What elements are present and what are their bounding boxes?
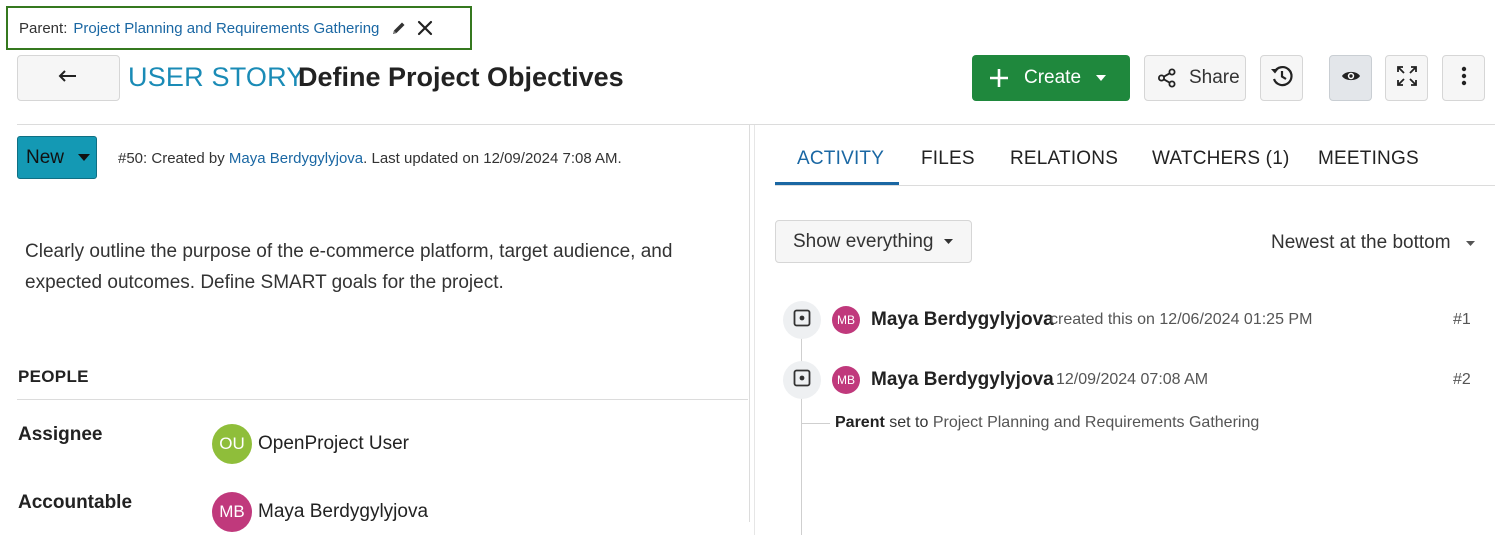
tab-activity[interactable]: ACTIVITY [797, 148, 884, 170]
activity-change: Parent set to Project Planning and Requi… [835, 414, 1259, 432]
tab-files[interactable]: FILES [921, 148, 975, 170]
parent-link[interactable]: Project Planning and Requirements Gather… [73, 20, 379, 37]
history-icon [1269, 63, 1295, 94]
tab-meetings[interactable]: MEETINGS [1318, 148, 1419, 170]
share-button[interactable]: Share [1144, 55, 1246, 101]
assignee-label: Assignee [18, 424, 103, 445]
parent-label: Parent: [19, 19, 68, 37]
watch-button[interactable] [1329, 55, 1372, 101]
avatar[interactable]: MB [832, 366, 860, 394]
sort-label: Newest at the bottom [1271, 232, 1451, 253]
assignee-value[interactable]: OU OpenProject User [212, 424, 409, 464]
status-label: New [26, 146, 65, 168]
close-icon[interactable] [417, 20, 433, 36]
expand-icon [1396, 65, 1418, 92]
create-label: Create [1024, 67, 1082, 88]
status-button[interactable]: New [17, 136, 97, 179]
eye-icon [1341, 69, 1361, 88]
page-title[interactable]: Define Project Objectives [298, 62, 624, 93]
change-field: Parent [835, 414, 885, 431]
accountable-name: Maya Berdygylyjova [258, 501, 429, 522]
tab-watchers[interactable]: WATCHERS (1) [1152, 148, 1290, 170]
fullscreen-button[interactable] [1385, 55, 1428, 101]
caret-down-icon [77, 153, 91, 162]
accountable-label: Accountable [18, 492, 133, 513]
meta-prefix: #50: Created by [118, 150, 229, 167]
avatar: OU [212, 424, 252, 464]
work-package-meta: #50: Created by Maya Berdygylyjova. Last… [118, 150, 622, 167]
assignee-name: OpenProject User [258, 433, 410, 454]
arrow-left-icon [58, 69, 80, 88]
activity-entry-icon [783, 301, 821, 339]
activity-filter-button[interactable]: Show everything [775, 220, 972, 263]
avatar[interactable]: MB [832, 306, 860, 334]
accountable-value[interactable]: MB Maya Berdygylyjova [212, 492, 428, 532]
activity-timestamp: 12/09/2024 07:08 AM [1056, 371, 1209, 388]
share-label: Share [1189, 67, 1240, 88]
section-title-people: PEOPLE [18, 367, 89, 386]
activity-entry-icon [783, 361, 821, 399]
work-package-icon [793, 309, 811, 332]
activity-author[interactable]: Maya Berdygylyjova [871, 309, 1054, 331]
caret-down-icon [1465, 240, 1476, 247]
pencil-icon[interactable] [391, 20, 407, 36]
more-button[interactable] [1442, 55, 1485, 101]
create-button[interactable]: Create [972, 55, 1130, 101]
work-package-type: USER STORY [128, 62, 305, 92]
activity-author[interactable]: Maya Berdygylyjova [871, 369, 1054, 391]
share-icon [1157, 68, 1177, 88]
back-button[interactable] [17, 55, 120, 101]
header-divider [17, 124, 1495, 125]
kebab-icon [1461, 66, 1467, 91]
activity-number[interactable]: #1 [1453, 311, 1471, 329]
activity-text: created this on 12/06/2024 01:25 PM [1050, 311, 1313, 328]
parent-bar: Parent: Project Planning and Requirement… [6, 6, 472, 50]
description[interactable]: Clearly outline the purpose of the e-com… [25, 236, 725, 298]
section-divider [17, 399, 748, 400]
tab-bar: ACTIVITY FILES RELATIONS WATCHERS (1) ME… [775, 130, 1495, 186]
pane-divider[interactable] [754, 125, 755, 535]
meta-suffix: . Last updated on 12/09/2024 7:08 AM. [363, 150, 622, 167]
filter-label: Show everything [793, 230, 934, 252]
change-value: Project Planning and Requirements Gather… [932, 414, 1260, 431]
history-button[interactable] [1260, 55, 1303, 101]
timeline-line [801, 328, 802, 535]
caret-down-icon [1095, 74, 1107, 82]
work-package-icon [793, 369, 811, 392]
avatar: MB [212, 492, 252, 532]
plus-icon [988, 67, 1010, 89]
activity-number[interactable]: #2 [1453, 371, 1471, 389]
sort-order-select[interactable]: Newest at the bottom [1271, 232, 1476, 254]
author-link[interactable]: Maya Berdygylyjova [229, 150, 363, 167]
change-connector [802, 423, 830, 424]
active-tab-indicator [775, 182, 899, 185]
change-verb: set to [884, 414, 933, 431]
caret-down-icon [943, 238, 954, 245]
tab-relations[interactable]: RELATIONS [1010, 148, 1118, 170]
pane-scrollbar [749, 125, 750, 522]
